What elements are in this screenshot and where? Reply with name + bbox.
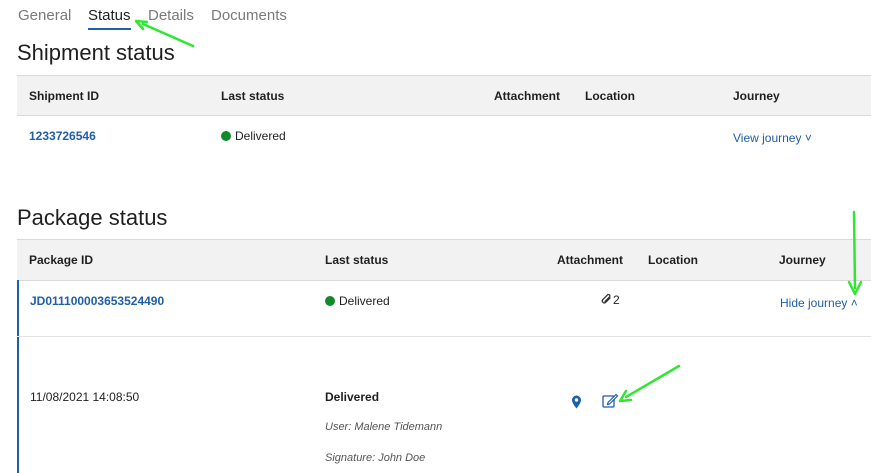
- annotation-arrows: [134, 19, 863, 403]
- annotation-arrow-hide-journey: [852, 210, 857, 290]
- annotation-arrow-edit: [624, 364, 681, 399]
- annotation-arrow-status-tab: [141, 22, 195, 48]
